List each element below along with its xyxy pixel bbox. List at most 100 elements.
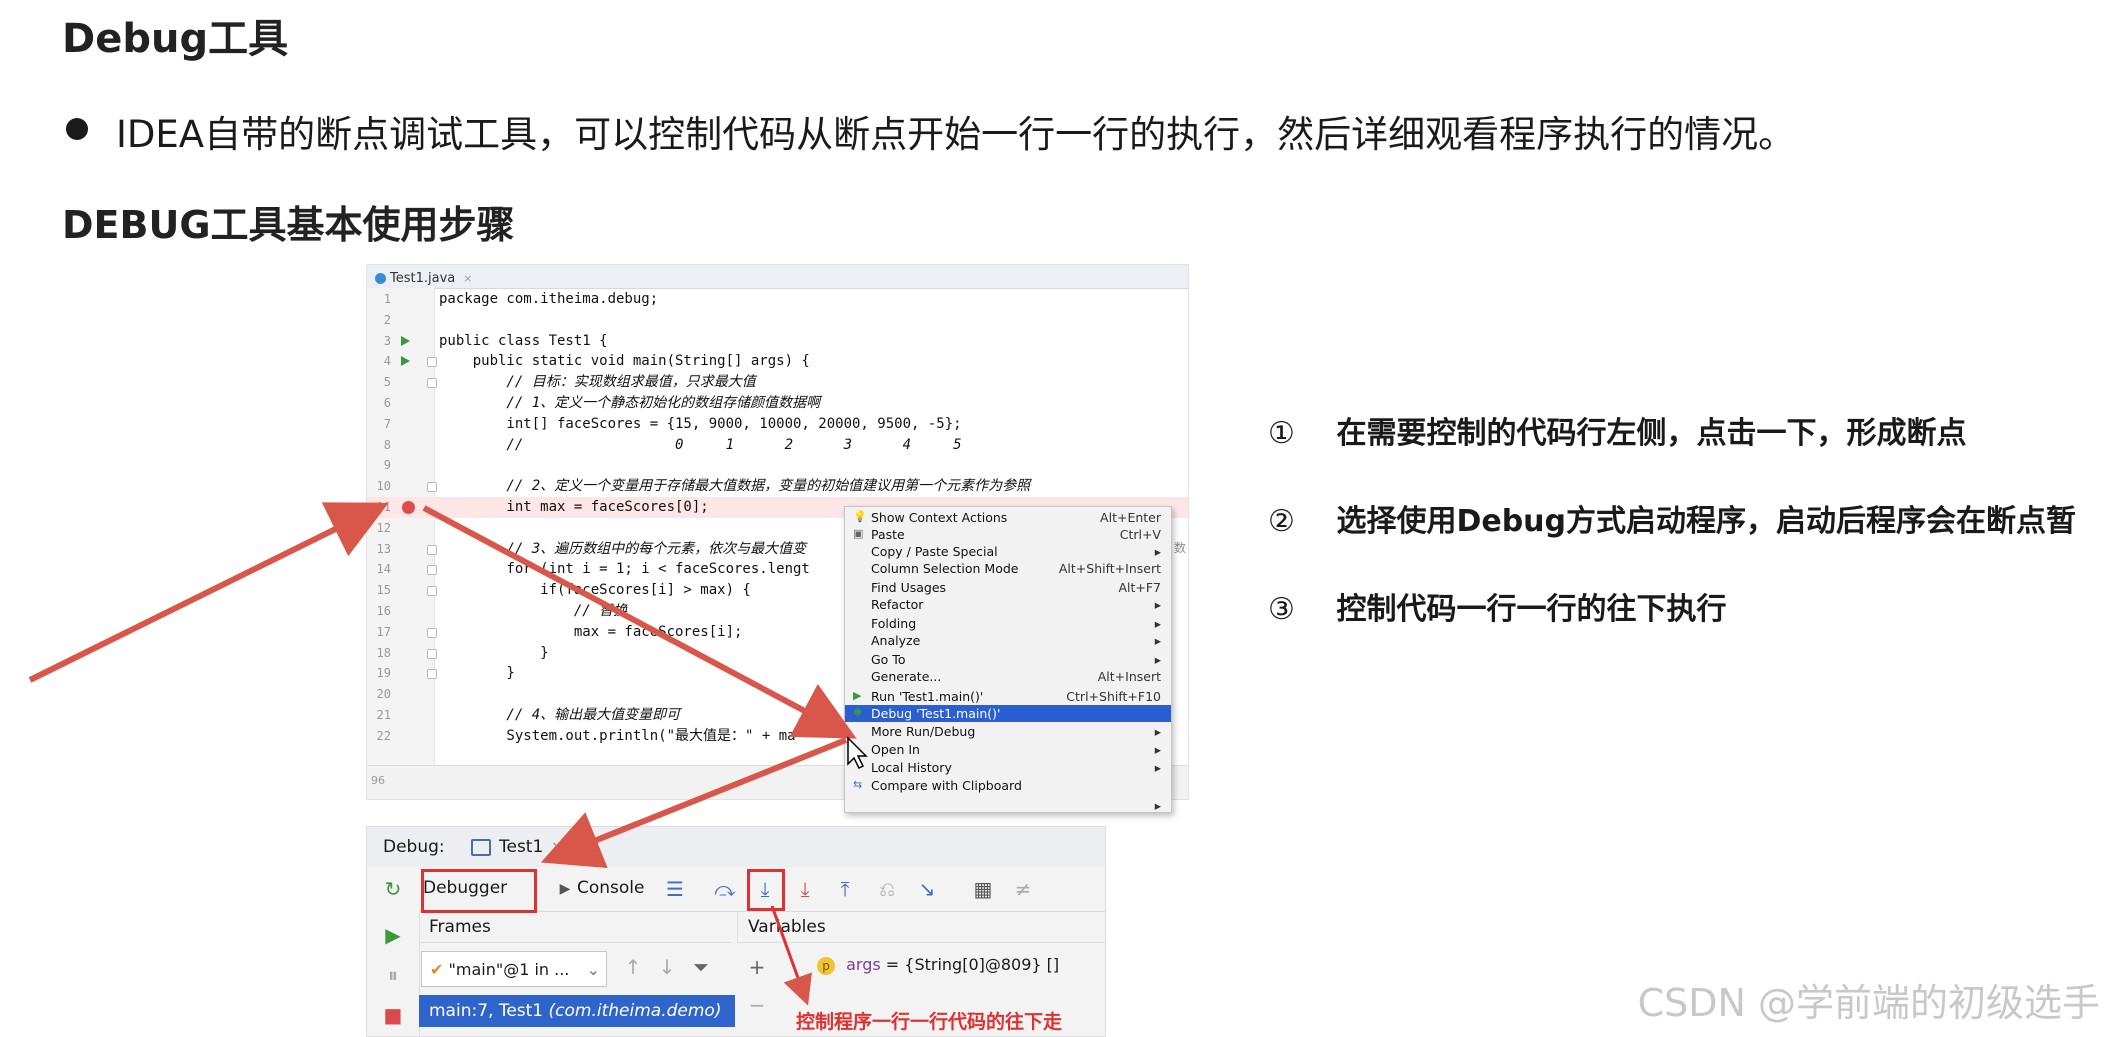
selected-frame[interactable]: main:7, Test1 (com.itheima.demo) [419,995,735,1027]
menu-item-shortcut: Ctrl+V [1119,527,1161,542]
menu-item-shortcut: ▸ [1154,544,1161,559]
editor-tab-label: Test1.java [390,270,456,286]
code-line[interactable]: 5 // 目标：实现数组求最值，只求最大值 [367,372,1188,393]
code-text: // 1、定义一个静态初始化的数组存储颜值数据啊 [439,394,821,411]
arrow-down-icon[interactable]: ↓ [655,955,679,979]
code-line[interactable]: 1 package com.itheima.debug; [367,289,1188,310]
fold-icon[interactable] [427,586,437,597]
run-gutter-icon[interactable] [401,356,410,367]
add-watch-icon[interactable]: + [745,955,769,979]
step-into-icon[interactable]: ⤓ [793,877,817,901]
filter-icon[interactable]: ⏷ [689,955,713,979]
parameter-icon: p [817,957,835,975]
code-line[interactable]: 8 // 0 1 2 3 4 5 [367,435,1188,456]
menu-item[interactable]: ▸ [845,797,1171,814]
debug-run-tab[interactable]: Test1 × [471,837,563,857]
console-icon: ▶ [559,881,571,897]
menu-item-label: Open In [871,742,920,757]
variable-row[interactable]: p args = {String[0]@809} [] [817,955,1059,975]
pause-icon[interactable]: ⏸ [381,963,405,987]
fold-icon[interactable] [427,378,437,389]
menu-item[interactable]: More Run/Debug ▸ [845,723,1171,740]
close-icon[interactable]: × [463,272,472,285]
menu-item-label: Column Selection Mode [871,561,1019,576]
remove-watch-icon[interactable]: − [745,993,769,1017]
menu-item-shortcut: ▸ [1154,798,1161,813]
code-line[interactable]: 7 int[] faceScores = {15, 9000, 10000, 2… [367,414,1188,435]
console-tab[interactable]: Console [577,873,645,903]
breakpoint-icon[interactable] [402,500,415,514]
menu-item[interactable]: 💡 Show Context Actions Alt+Enter [845,509,1171,526]
code-line[interactable]: 9 [367,455,1188,476]
arrow-up-icon[interactable]: ↑ [621,955,645,979]
fold-icon[interactable] [427,669,437,680]
line-number: 8 [383,437,391,452]
close-icon[interactable]: × [551,839,563,855]
stop-icon[interactable]: ■ [381,1003,405,1027]
rerun-icon[interactable]: ↻ [381,877,405,901]
fold-icon[interactable] [427,627,437,638]
menu-item[interactable]: Open In ▸ [845,741,1171,758]
menu-item-label: Refactor [871,597,924,612]
compare-icon: ⇆ [853,778,863,791]
menu-item-label: Generate... [871,669,942,684]
thread-selector[interactable]: ✔ "main"@1 in ... ⌄ [421,951,607,987]
line-number: 1 [383,292,391,306]
step-2: ② 选择使用Debug方式启动程序，启动后程序会在断点暂 [1268,496,2076,540]
code-line[interactable]: 3 public class Test1 { [367,331,1188,352]
code-text: // 3、遍历数组中的每个元素，依次与最大值变 [439,540,807,557]
code-overflow-text: 数 [1173,540,1186,555]
run-gutter-icon[interactable] [401,335,410,346]
line-number: 11 [376,499,391,514]
line-number: 15 [376,583,391,598]
menu-item-shortcut: Alt+Shift+Insert [1058,561,1161,576]
menu-item[interactable]: Go To ▸ [845,651,1171,668]
menu-item[interactable]: ⇆ Compare with Clipboard [845,777,1171,794]
evaluate-expression-icon[interactable]: ▦ [971,877,995,901]
fold-icon[interactable] [427,482,437,493]
step-over-highlight [747,869,785,911]
menu-item[interactable]: Find Usages Alt+F7 [845,579,1171,596]
show-execution-point-icon[interactable]: ⤼ [713,877,737,901]
line-number: 10 [376,479,391,494]
menu-item[interactable]: Folding ▸ [845,615,1171,632]
menu-item[interactable]: ▣ Paste Ctrl+V [845,526,1171,543]
trace-icon[interactable]: ≠ [1011,877,1035,901]
code-text: // 替换 [439,602,628,619]
line-number: 21 [376,707,391,722]
step-out-icon[interactable]: ⤒ [833,877,857,901]
menu-item[interactable]: Local History ▸ [845,759,1171,776]
fold-icon[interactable] [427,544,437,555]
run-to-cursor-icon[interactable]: ↘ [915,877,939,901]
code-line[interactable]: 4 public static void main(String[] args)… [367,351,1188,372]
menu-item[interactable]: Analyze ▸ [845,632,1171,649]
menu-item[interactable]: ▶ Run 'Test1.main()' Ctrl+Shift+F10 [845,688,1171,705]
menu-item[interactable]: Refactor ▸ [845,596,1171,613]
fold-icon[interactable] [427,565,437,576]
menu-item-label: Find Usages [871,580,947,595]
menu-item[interactable]: ✱ Debug 'Test1.main()' [845,705,1171,722]
code-line[interactable]: 6 // 1、定义一个静态初始化的数组存储颜值数据啊 [367,393,1188,414]
editor-tab[interactable]: Test1.java × [375,268,472,288]
code-line[interactable]: 2 [367,310,1188,331]
fold-icon[interactable] [427,357,437,368]
fold-icon[interactable] [427,648,437,659]
menu-item[interactable]: Copy / Paste Special ▸ [845,543,1171,560]
code-line[interactable]: 10 // 2、定义一个变量用于存储最大值数据，变量的初始值建议用第一个元素作为… [367,476,1188,497]
menu-item[interactable]: Column Selection Mode Alt+Shift+Insert [845,560,1171,577]
menu-item-label: Show Context Actions [871,510,1008,525]
code-text: } [439,644,549,661]
step-text: 控制代码一行一行的往下执行 [1336,592,1727,627]
menu-item-label: Analyze [871,633,921,648]
line-number: 7 [383,416,391,431]
resume-icon[interactable]: ▶ [381,923,405,947]
code-text: int[] faceScores = {15, 9000, 10000, 200… [439,415,962,432]
line-number: 16 [376,603,391,618]
menu-item-shortcut: ▸ [1154,597,1161,612]
debug-icon: ✱ [853,706,863,719]
line-number: 3 [383,333,391,348]
menu-item[interactable]: Generate... Alt+Insert [845,668,1171,685]
menu-item-shortcut: Ctrl+Shift+F10 [1066,689,1161,704]
drop-frame-icon[interactable]: ⎌ [875,877,899,901]
menu-lines-icon[interactable]: ☰ [663,877,687,901]
